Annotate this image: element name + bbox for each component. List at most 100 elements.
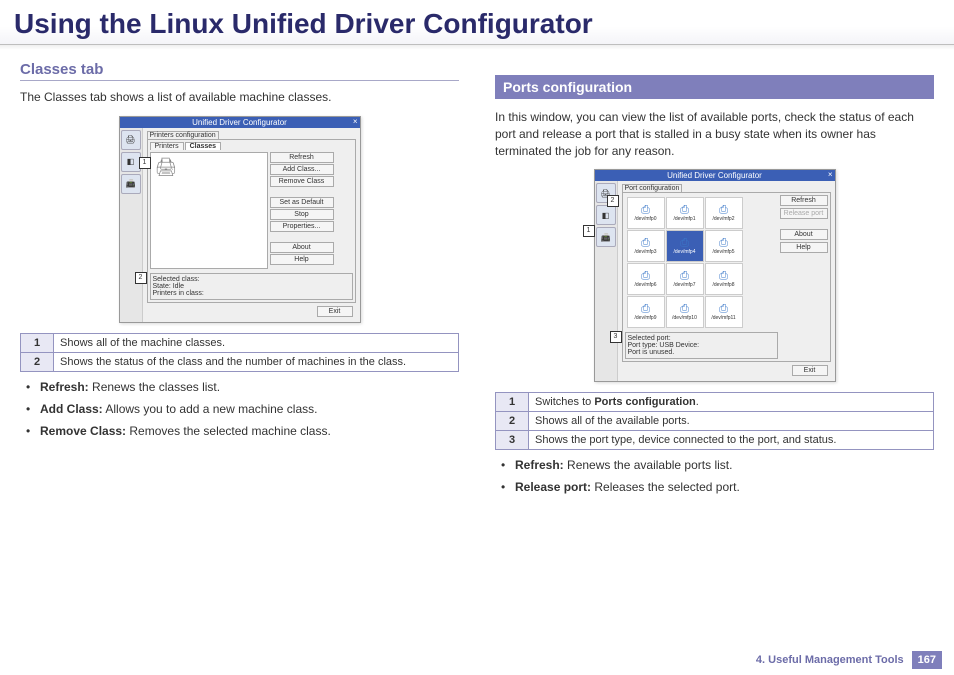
- bullet-label: Add Class:: [40, 402, 103, 416]
- table-row: 1 Shows all of the machine classes.: [21, 333, 459, 352]
- port-icon: ⎙: [719, 205, 728, 216]
- row-text: Shows the status of the class and the nu…: [54, 352, 459, 371]
- section-title: Port configuration: [622, 184, 683, 192]
- ports-bullets: Refresh: Renews the available ports list…: [495, 458, 934, 494]
- about-button: About: [270, 242, 334, 253]
- exit-button: Exit: [317, 306, 353, 317]
- ports-config-intro: In this window, you can view the list of…: [495, 109, 934, 159]
- ports-config-screenshot: Unified Driver Configurator × 🖨 ◧ 📠 1 Po…: [495, 169, 934, 382]
- release-port-button: Release port: [780, 208, 828, 219]
- port-label: /dev/mfp5: [713, 249, 735, 255]
- exit-button: Exit: [792, 365, 828, 376]
- port-item: ⎙/dev/mfp3: [627, 230, 665, 262]
- selected-class-count: Printers in class:: [153, 290, 350, 297]
- port-item: ⎙/dev/mfp9: [627, 296, 665, 328]
- table-row: 1 Switches to Ports configuration.: [496, 393, 934, 412]
- page-title: Using the Linux Unified Driver Configura…: [0, 0, 954, 45]
- bullet-label: Refresh:: [40, 380, 89, 394]
- port-label: /dev/mfp6: [635, 282, 657, 288]
- port-label: /dev/mfp1: [674, 216, 696, 222]
- chapter-label: 4. Useful Management Tools: [756, 654, 904, 666]
- footer: 4. Useful Management Tools 167: [756, 651, 942, 669]
- ports-table: 1 Switches to Ports configuration. 2 Sho…: [495, 392, 934, 450]
- selected-class-state: State: Idle: [153, 283, 350, 290]
- port-label: /dev/mfp7: [674, 282, 696, 288]
- tab-classes: Classes: [185, 142, 221, 150]
- row-num: 2: [496, 412, 529, 431]
- port-item: ⎙/dev/mfp2: [705, 197, 743, 229]
- port-icon: ⎙: [680, 205, 689, 216]
- classes-tab-heading: Classes tab: [20, 61, 459, 81]
- list-item: Refresh: Renews the classes list.: [32, 380, 459, 394]
- port-icon: 📠: [596, 227, 616, 247]
- list-item: Add Class: Allows you to add a new machi…: [32, 402, 459, 416]
- port-icon: ⎙: [719, 238, 728, 249]
- selected-class-title: Selected class:: [153, 276, 350, 283]
- list-item: Release port: Releases the selected port…: [507, 480, 934, 494]
- machine-icon: 🖨: [155, 157, 178, 178]
- ports-grid: ⎙/dev/mfp0⎙/dev/mfp1⎙/dev/mfp2⎙/dev/mfp3…: [625, 195, 778, 330]
- ports-config-heading: Ports configuration: [495, 75, 934, 99]
- row-text: Shows all of the machine classes.: [54, 333, 459, 352]
- classes-tab-screenshot: Unified Driver Configurator × 🖨 ◧ 📠 Prin…: [20, 116, 459, 323]
- class-list: 🖨 1: [150, 152, 268, 269]
- table-row: 2 Shows the status of the class and the …: [21, 352, 459, 371]
- port-icon: ⎙: [641, 271, 650, 282]
- bullet-label: Remove Class:: [40, 424, 126, 438]
- port-item: ⎙/dev/mfp0: [627, 197, 665, 229]
- bullet-text: Removes the selected machine class.: [126, 424, 331, 438]
- classes-tab-intro: The Classes tab shows a list of availabl…: [20, 89, 459, 106]
- bullet-text: Allows you to add a new machine class.: [103, 402, 318, 416]
- port-label: /dev/mfp2: [713, 216, 735, 222]
- selected-port-title: Selected port:: [628, 335, 775, 342]
- left-column: Classes tab The Classes tab shows a list…: [20, 61, 459, 502]
- port-icon: ⎙: [641, 205, 650, 216]
- list-item: Refresh: Renews the available ports list…: [507, 458, 934, 472]
- port-item: ⎙/dev/mfp1: [666, 197, 704, 229]
- callout-1: 1: [583, 225, 595, 237]
- port-item: ⎙/dev/mfp5: [705, 230, 743, 262]
- row-num: 1: [21, 333, 54, 352]
- callout-1: 1: [139, 157, 151, 169]
- row-num: 3: [496, 431, 529, 450]
- port-icon: ⎙: [641, 304, 650, 315]
- port-icon: ⎙: [719, 304, 728, 315]
- remove-class-button: Remove Class: [270, 176, 334, 187]
- stop-button: Stop: [270, 209, 334, 220]
- callout-2: 2: [135, 272, 147, 284]
- row-text: Shows the port type, device connected to…: [529, 431, 934, 450]
- window-title: Unified Driver Configurator: [192, 118, 287, 127]
- port-label: /dev/mfp4: [674, 249, 696, 255]
- table-row: 3 Shows the port type, device connected …: [496, 431, 934, 450]
- port-item: ⎙/dev/mfp11: [705, 296, 743, 328]
- set-default-button: Set as Default: [270, 197, 334, 208]
- port-label: /dev/mfp10: [672, 315, 697, 321]
- selected-port-type: Port type: USB Device:: [628, 342, 775, 349]
- port-icon: ⎙: [641, 238, 650, 249]
- tabs: Printers Classes: [150, 142, 353, 150]
- tab-printers: Printers: [150, 142, 184, 150]
- list-item: Remove Class: Removes the selected machi…: [32, 424, 459, 438]
- port-item: ⎙/dev/mfp4: [666, 230, 704, 262]
- port-icon: ⎙: [680, 238, 689, 249]
- about-button: About: [780, 229, 828, 240]
- class-icon: ◧: [121, 152, 141, 172]
- help-button: Help: [270, 254, 334, 265]
- port-icon: ⎙: [680, 304, 689, 315]
- refresh-button: Refresh: [780, 195, 828, 206]
- properties-button: Properties...: [270, 221, 334, 232]
- printer-icon: 🖨: [121, 130, 141, 150]
- port-label: /dev/mfp11: [711, 315, 735, 321]
- callout-2: 2: [607, 195, 619, 207]
- bullet-text: Renews the available ports list.: [564, 458, 733, 472]
- table-row: 2 Shows all of the available ports.: [496, 412, 934, 431]
- classes-bullets: Refresh: Renews the classes list. Add Cl…: [20, 380, 459, 438]
- classes-table: 1 Shows all of the machine classes. 2 Sh…: [20, 333, 459, 372]
- port-label: /dev/mfp0: [635, 216, 657, 222]
- scanner-icon: 📠: [121, 174, 141, 194]
- close-icon: ×: [828, 170, 833, 179]
- port-icon: ⎙: [680, 271, 689, 282]
- bullet-text: Releases the selected port.: [591, 480, 740, 494]
- add-class-button: Add Class...: [270, 164, 334, 175]
- port-label: /dev/mfp8: [713, 282, 735, 288]
